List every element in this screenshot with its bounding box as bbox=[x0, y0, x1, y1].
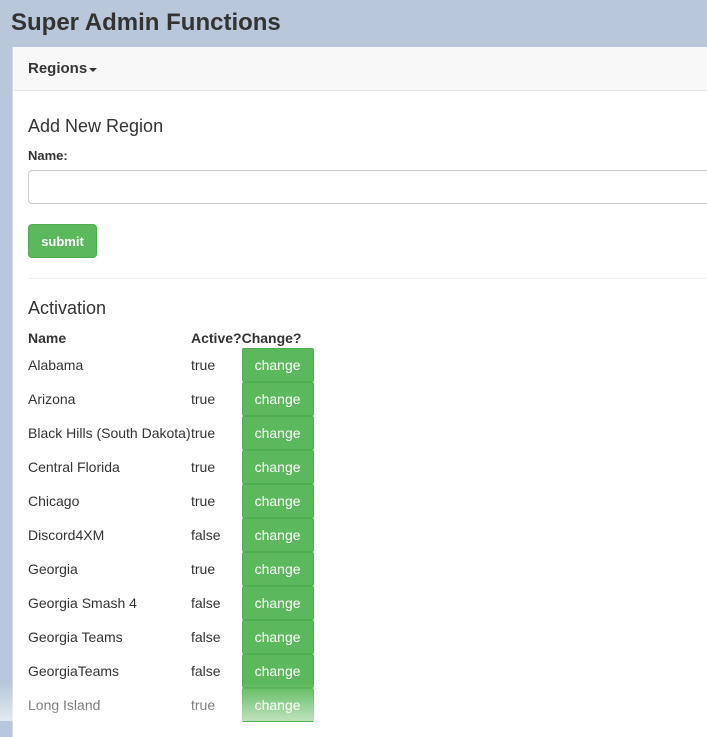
table-row: Georgia Teams false change bbox=[28, 620, 314, 654]
change-cell: change bbox=[241, 484, 314, 518]
region-name: Long Island bbox=[28, 697, 101, 713]
region-active-status: false bbox=[191, 595, 221, 611]
region-name-input[interactable] bbox=[28, 170, 707, 204]
add-region-heading: Add New Region bbox=[28, 116, 164, 136]
navbar: Regions bbox=[13, 47, 707, 91]
change-button[interactable]: change bbox=[241, 620, 314, 654]
header-change: Change? bbox=[241, 330, 302, 346]
region-name: Arizona bbox=[28, 391, 76, 407]
activation-table: Name Active? Change? Alabama true change Ar… bbox=[28, 328, 314, 722]
region-name: Central Florida bbox=[28, 459, 120, 475]
region-active-status: false bbox=[191, 663, 221, 679]
region-name: Black Hills (South Dakota) bbox=[28, 425, 191, 441]
change-button[interactable]: change bbox=[241, 348, 314, 382]
change-button[interactable]: change bbox=[241, 586, 314, 620]
table-row: Arizona true change bbox=[28, 382, 314, 416]
name-label: Name: bbox=[28, 148, 68, 163]
table-row: Discord4XM false change bbox=[28, 518, 314, 552]
table-header-row: Name Active? Change? bbox=[28, 328, 314, 348]
table-row: Long Island true change bbox=[28, 688, 314, 722]
main-panel: Regions Add New Region Name: submit Acti… bbox=[12, 47, 707, 737]
regions-dropdown-label: Regions bbox=[28, 60, 88, 77]
region-name: Discord4XM bbox=[28, 527, 105, 543]
header-name: Name bbox=[28, 330, 67, 346]
region-active-status: false bbox=[191, 527, 221, 543]
change-cell: change bbox=[241, 382, 314, 416]
change-cell: change bbox=[241, 416, 314, 450]
table-row: Black Hills (South Dakota) true change bbox=[28, 416, 314, 450]
region-name: Georgia Teams bbox=[28, 629, 123, 645]
change-cell: change bbox=[241, 450, 314, 484]
table-row: Central Florida true change bbox=[28, 450, 314, 484]
page-title: Super Admin Functions bbox=[11, 9, 281, 36]
change-button[interactable]: change bbox=[241, 552, 314, 586]
table-row: Chicago true change bbox=[28, 484, 314, 518]
change-button[interactable]: change bbox=[241, 518, 314, 552]
change-button[interactable]: change bbox=[241, 382, 314, 416]
change-cell: change bbox=[241, 654, 314, 688]
region-name: Georgia bbox=[28, 561, 78, 577]
region-active-status: true bbox=[191, 357, 216, 373]
table-row: Alabama true change bbox=[28, 348, 314, 382]
change-cell: change bbox=[241, 620, 314, 654]
activation-heading: Activation bbox=[28, 298, 107, 318]
region-active-status: true bbox=[191, 459, 216, 475]
table-row: GeorgiaTeams false change bbox=[28, 654, 314, 688]
caret-down-icon bbox=[89, 67, 98, 72]
region-active-status: true bbox=[191, 697, 216, 713]
region-name: Chicago bbox=[28, 493, 80, 509]
change-cell: change bbox=[241, 348, 314, 382]
divider bbox=[28, 278, 707, 279]
region-active-status: true bbox=[191, 391, 216, 407]
header-active: Active? bbox=[191, 330, 242, 346]
submit-button[interactable]: submit bbox=[28, 224, 97, 258]
change-cell: change bbox=[241, 552, 314, 586]
region-active-status: false bbox=[191, 629, 221, 645]
table-row: Georgia true change bbox=[28, 552, 314, 586]
change-button[interactable]: change bbox=[241, 416, 314, 450]
change-cell: change bbox=[241, 688, 314, 722]
regions-dropdown[interactable]: Regions bbox=[28, 60, 98, 77]
change-button[interactable]: change bbox=[241, 450, 314, 484]
change-cell: change bbox=[241, 586, 314, 620]
change-cell: change bbox=[241, 518, 314, 552]
region-active-status: true bbox=[191, 561, 216, 577]
region-active-status: true bbox=[191, 425, 216, 441]
change-button[interactable]: change bbox=[241, 484, 314, 518]
region-active-status: true bbox=[191, 493, 216, 509]
region-name: Alabama bbox=[28, 357, 84, 373]
change-button[interactable]: change bbox=[241, 654, 314, 688]
change-button[interactable]: change bbox=[241, 688, 314, 722]
table-row: Georgia Smash 4 false change bbox=[28, 586, 314, 620]
region-name: Georgia Smash 4 bbox=[28, 595, 137, 611]
region-name: GeorgiaTeams bbox=[28, 663, 120, 679]
